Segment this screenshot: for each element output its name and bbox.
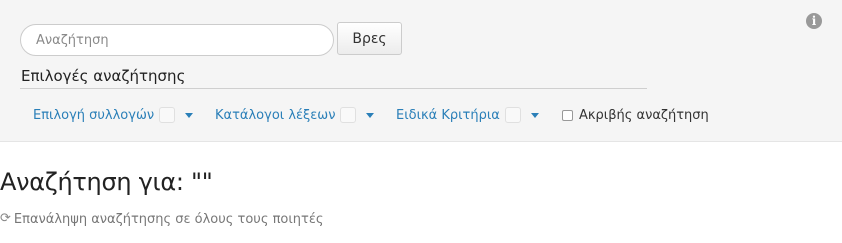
exact-search-option[interactable]: Ακριβής αναζήτηση [562, 106, 709, 124]
refresh-icon: ⟳ [0, 211, 11, 226]
chevron-down-icon [185, 112, 194, 118]
chevron-down-icon [366, 112, 375, 118]
repeat-search-link[interactable]: ⟳ Επανάληψη αναζήτησης σε όλους τους ποι… [0, 211, 324, 227]
info-icon[interactable]: i [806, 13, 822, 29]
collections-filter-label: Επιλογή συλλογών [33, 107, 155, 123]
collections-filter-dropdown[interactable]: Επιλογή συλλογών [33, 105, 194, 125]
search-options-title: Επιλογές αναζήτησης [21, 67, 186, 85]
search-button[interactable]: Βρες [337, 22, 402, 55]
word-lists-count-badge [340, 107, 357, 123]
exact-search-checkbox[interactable] [562, 109, 573, 121]
special-criteria-count-badge [504, 107, 521, 123]
special-criteria-filter-dropdown[interactable]: Ειδικά Κριτήρια [396, 105, 539, 125]
chevron-down-icon [530, 112, 539, 118]
word-lists-filter-label: Κατάλογοι λέξεων [215, 107, 336, 123]
search-input[interactable] [20, 24, 334, 56]
results-title: Αναζήτηση για: "" [0, 168, 213, 196]
special-criteria-filter-label: Ειδικά Κριτήρια [396, 107, 500, 123]
collections-count-badge [159, 107, 176, 123]
divider [20, 88, 647, 89]
search-panel: i Βρες Επιλογές αναζήτησης Επιλογή συλλο… [0, 0, 842, 142]
repeat-search-label: Επανάληψη αναζήτησης σε όλους τους ποιητ… [13, 211, 324, 227]
exact-search-label: Ακριβής αναζήτηση [579, 107, 709, 123]
word-lists-filter-dropdown[interactable]: Κατάλογοι λέξεων [215, 105, 375, 125]
